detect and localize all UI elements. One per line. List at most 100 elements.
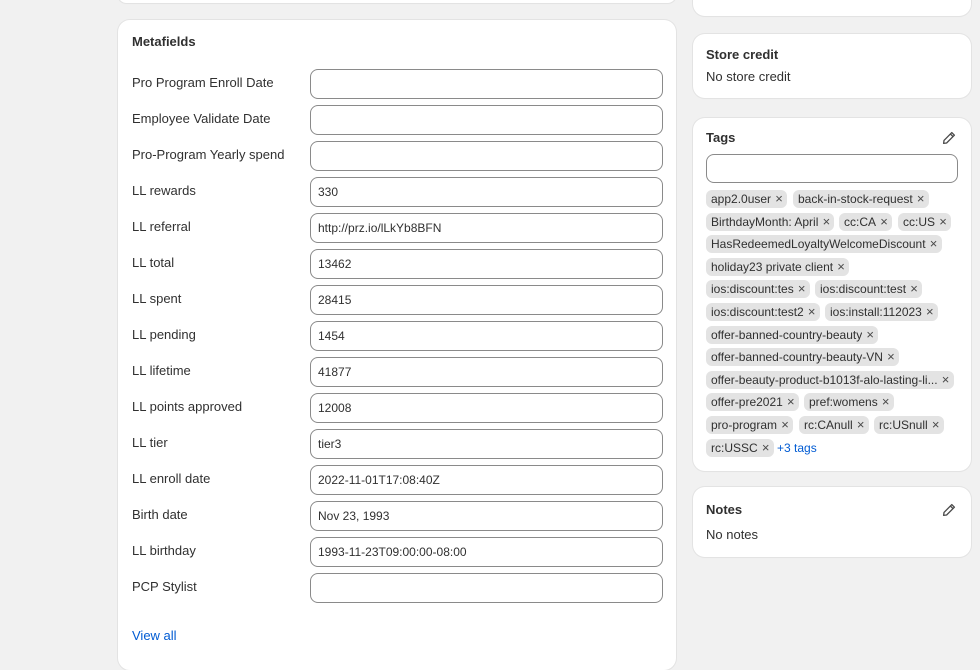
previous-card bbox=[118, 0, 676, 3]
metafield-label: PCP Stylist bbox=[132, 579, 197, 594]
metafield-input[interactable] bbox=[310, 213, 663, 243]
metafield-label: LL total bbox=[132, 255, 175, 270]
metafield-input[interactable] bbox=[310, 105, 663, 135]
tag-chip: ios:discount:tes × bbox=[706, 280, 810, 298]
close-icon[interactable]: × bbox=[883, 348, 899, 366]
close-icon[interactable]: × bbox=[913, 190, 929, 208]
store-credit-title: Store credit bbox=[706, 47, 779, 62]
tag-chip: offer-beauty-product-b1013f-alo-lasting-… bbox=[706, 371, 954, 389]
tag-label: cc:CA bbox=[844, 215, 877, 229]
metafield-label: LL pending bbox=[132, 327, 196, 342]
metafield-input[interactable] bbox=[310, 141, 663, 171]
metafield-input[interactable] bbox=[310, 393, 663, 423]
store-credit-value: No store credit bbox=[706, 69, 791, 84]
tag-label: offer-banned-country-beauty-VN bbox=[711, 350, 883, 364]
tag-chip: rc:USnull × bbox=[874, 416, 944, 434]
tag-chip: BirthdayMonth: April × bbox=[706, 213, 835, 231]
previous-sidebar-card bbox=[693, 0, 971, 16]
tag-label: offer-banned-country-beauty bbox=[711, 328, 863, 342]
tag-label: offer-pre2021 bbox=[711, 395, 783, 409]
tag-chip: HasRedeemedLoyaltyWelcomeDiscount × bbox=[706, 235, 942, 253]
metafield-input[interactable] bbox=[310, 429, 663, 459]
close-icon[interactable]: × bbox=[938, 371, 954, 389]
pencil-icon[interactable] bbox=[941, 502, 957, 518]
metafield-row: Pro Program Enroll Date bbox=[132, 69, 663, 99]
metafield-label: LL rewards bbox=[132, 183, 196, 198]
tag-label: cc:US bbox=[903, 215, 936, 229]
tag-label: rc:CAnull bbox=[804, 418, 853, 432]
close-icon[interactable]: × bbox=[928, 416, 944, 434]
metafield-row: Pro-Program Yearly spend bbox=[132, 141, 663, 171]
tag-chip: holiday23 private client × bbox=[706, 258, 850, 276]
tag-label: rc:USSC bbox=[711, 441, 758, 455]
tags-input[interactable] bbox=[706, 154, 958, 183]
metafield-label: LL referral bbox=[132, 219, 191, 234]
metafield-input[interactable] bbox=[310, 537, 663, 567]
metafield-label: LL birthday bbox=[132, 543, 196, 558]
metafield-input[interactable] bbox=[310, 465, 663, 495]
metafield-input[interactable] bbox=[310, 357, 663, 387]
metafield-input[interactable] bbox=[310, 321, 663, 351]
metafield-row: LL referral bbox=[132, 213, 663, 243]
tag-chip: app2.0user × bbox=[706, 190, 788, 208]
metafield-input[interactable] bbox=[310, 501, 663, 531]
tag-label: pref:womens bbox=[809, 395, 878, 409]
close-icon[interactable]: × bbox=[862, 326, 878, 344]
metafield-input[interactable] bbox=[310, 573, 663, 603]
tag-chip: cc:CA × bbox=[839, 213, 893, 231]
tag-label: BirthdayMonth: April bbox=[711, 215, 819, 229]
metafield-row: LL lifetime bbox=[132, 357, 663, 387]
metafield-input[interactable] bbox=[310, 285, 663, 315]
pencil-icon[interactable] bbox=[941, 130, 957, 146]
metafield-label: LL lifetime bbox=[132, 363, 191, 378]
tag-chip: offer-banned-country-beauty × bbox=[706, 326, 879, 344]
close-icon[interactable]: × bbox=[777, 416, 793, 434]
tag-label: ios:discount:test bbox=[820, 282, 907, 296]
tag-label: ios:discount:test2 bbox=[711, 305, 804, 319]
metafield-row: Birth date bbox=[132, 501, 663, 531]
tag-chip: cc:US × bbox=[898, 213, 952, 231]
metafield-row: PCP Stylist bbox=[132, 573, 663, 603]
metafield-row: LL tier bbox=[132, 429, 663, 459]
close-icon[interactable]: × bbox=[926, 235, 942, 253]
tag-label: holiday23 private client bbox=[711, 260, 834, 274]
close-icon[interactable]: × bbox=[906, 280, 922, 298]
metafield-label: Birth date bbox=[132, 507, 188, 522]
close-icon[interactable]: × bbox=[758, 439, 774, 457]
close-icon[interactable]: × bbox=[935, 213, 951, 231]
metafield-row: LL birthday bbox=[132, 537, 663, 567]
metafield-row: LL pending bbox=[132, 321, 663, 351]
close-icon[interactable]: × bbox=[771, 190, 787, 208]
tag-label: ios:install:112023 bbox=[830, 305, 922, 319]
tag-chip: rc:CAnull × bbox=[799, 416, 869, 434]
tag-chip: rc:USSC × bbox=[706, 439, 774, 457]
close-icon[interactable]: × bbox=[818, 213, 834, 231]
tag-chip: ios:discount:test × bbox=[815, 280, 923, 298]
close-icon[interactable]: × bbox=[833, 258, 849, 276]
tag-chip: pro-program × bbox=[706, 416, 794, 434]
close-icon[interactable]: × bbox=[804, 303, 820, 321]
close-icon[interactable]: × bbox=[853, 416, 869, 434]
close-icon[interactable]: × bbox=[922, 303, 938, 321]
metafield-input[interactable] bbox=[310, 249, 663, 279]
metafield-input[interactable] bbox=[310, 177, 663, 207]
view-all-link[interactable]: View all bbox=[132, 628, 177, 643]
tag-chip: back-in-stock-request × bbox=[793, 190, 929, 208]
close-icon[interactable]: × bbox=[783, 393, 799, 411]
notes-card: Notes No notes bbox=[693, 487, 971, 557]
metafield-row: LL enroll date bbox=[132, 465, 663, 495]
close-icon[interactable]: × bbox=[876, 213, 892, 231]
close-icon[interactable]: × bbox=[878, 393, 894, 411]
metafields-title: Metafields bbox=[132, 34, 196, 49]
tags-card: Tags app2.0user × back-in-stock-request × Bi… bbox=[693, 118, 971, 471]
metafield-input[interactable] bbox=[310, 69, 663, 99]
tag-label: HasRedeemedLoyaltyWelcomeDiscount bbox=[711, 237, 926, 251]
metafield-row: LL spent bbox=[132, 285, 663, 315]
more-tags-link[interactable]: +3 tags bbox=[777, 441, 817, 455]
close-icon[interactable]: × bbox=[794, 280, 810, 298]
metafield-row: Employee Validate Date bbox=[132, 105, 663, 135]
metafield-label: LL points approved bbox=[132, 399, 243, 414]
tag-label: offer-beauty-product-b1013f-alo-lasting-… bbox=[711, 373, 938, 387]
tag-label: back-in-stock-request bbox=[798, 192, 913, 206]
tag-label: app2.0user bbox=[711, 192, 772, 206]
